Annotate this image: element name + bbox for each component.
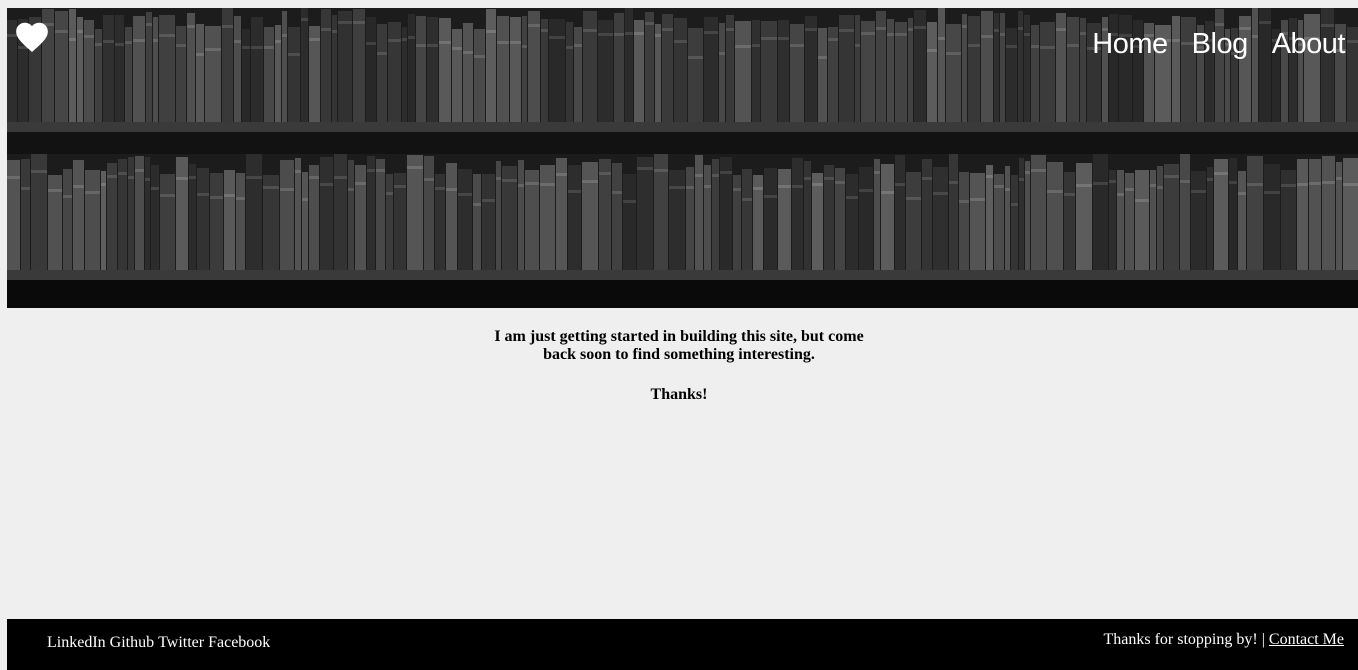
twitter-link[interactable]: Twitter	[158, 634, 204, 652]
social-links: LinkedIn Github Twitter Facebook	[47, 634, 270, 652]
page: Home Blog About I am just getting starte…	[0, 0, 1358, 670]
facebook-link[interactable]: Facebook	[208, 634, 270, 652]
footer-thanks-text: Thanks for stopping by!	[1103, 631, 1258, 648]
footer: LinkedIn Github Twitter Facebook Thanks …	[7, 619, 1358, 670]
main-content: I am just getting started in building th…	[0, 328, 1358, 404]
header-banner: Home Blog About	[7, 8, 1358, 308]
intro-text: I am just getting started in building th…	[494, 328, 864, 363]
footer-separator: |	[1261, 631, 1265, 648]
nav-blog-link[interactable]: Blog	[1192, 26, 1249, 62]
nav-about-link[interactable]: About	[1272, 26, 1346, 62]
contact-me-link[interactable]: Contact Me	[1269, 631, 1344, 648]
main-nav: Home Blog About	[1092, 26, 1345, 62]
thanks-text: Thanks!	[650, 386, 708, 403]
footer-message: Thanks for stopping by! | Contact Me	[1104, 631, 1345, 649]
github-link[interactable]: Github	[110, 634, 154, 652]
linkedin-link[interactable]: LinkedIn	[47, 634, 106, 652]
heart-icon[interactable]	[13, 18, 51, 56]
nav-home-link[interactable]: Home	[1092, 26, 1168, 62]
